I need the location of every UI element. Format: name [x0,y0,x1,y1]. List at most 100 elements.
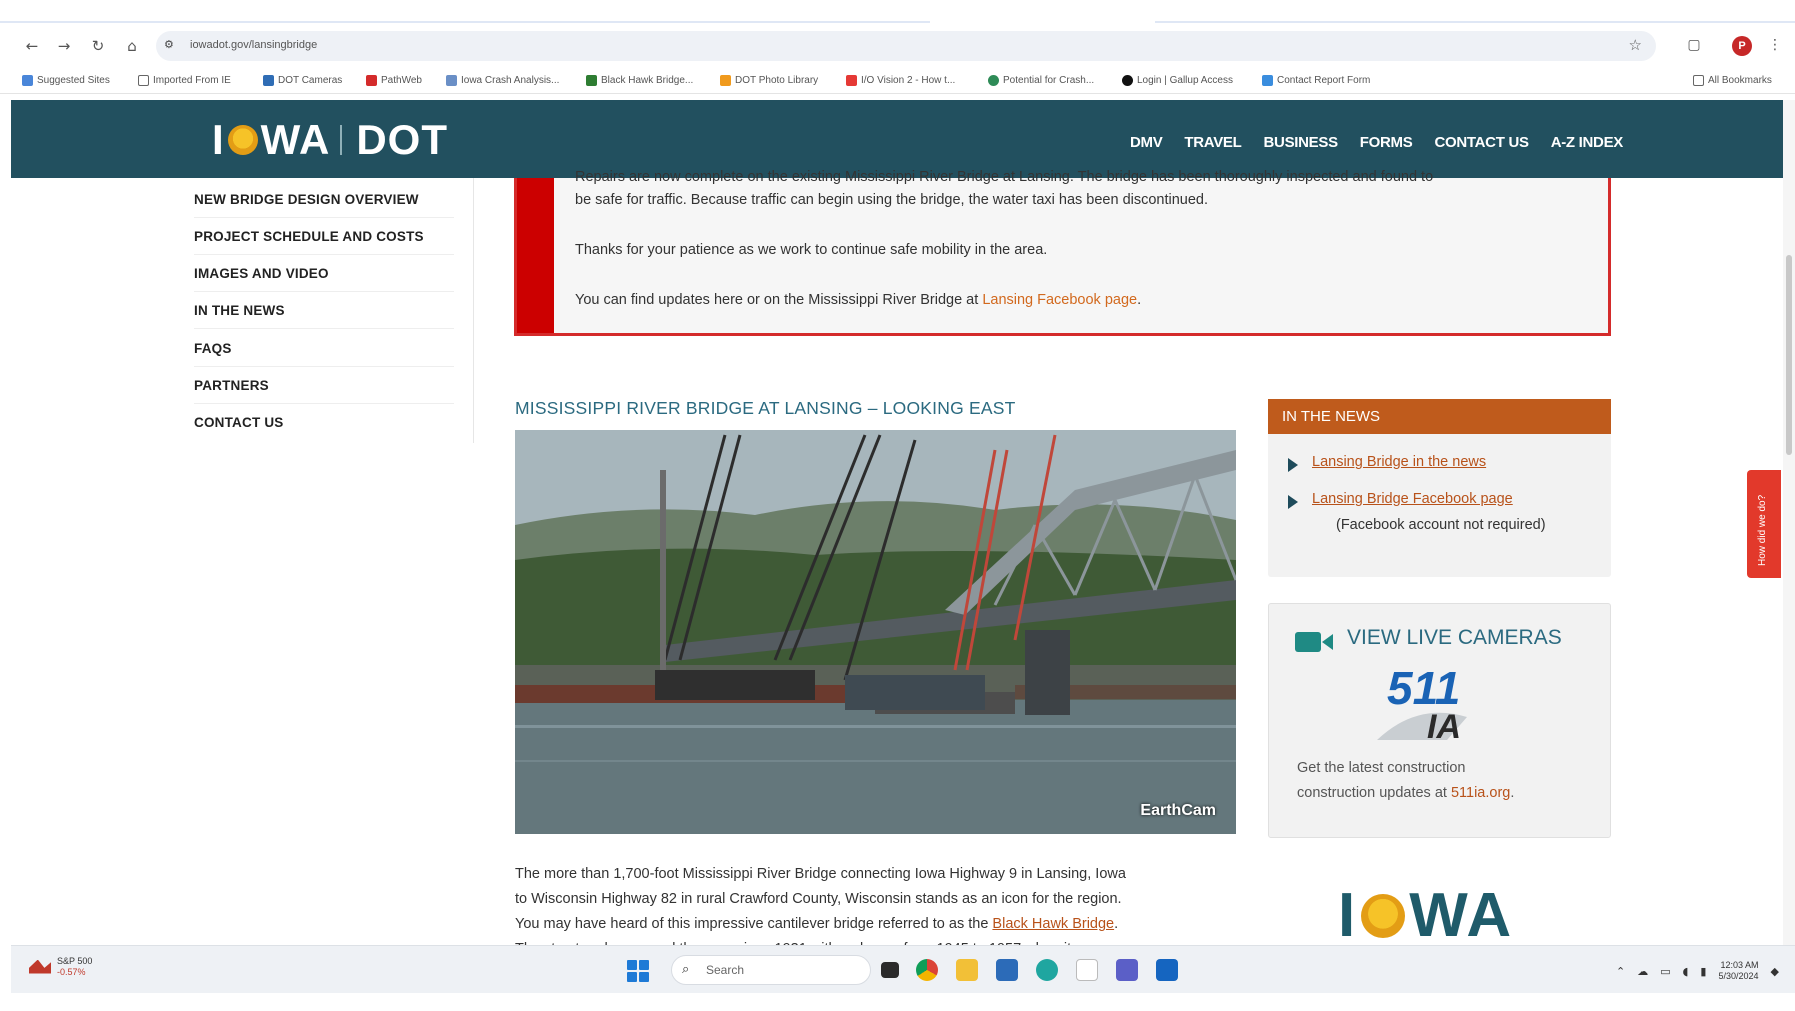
nav-forms[interactable]: FORMS [1360,134,1413,151]
svg-text:511: 511 [1387,662,1460,714]
logo-divider [340,125,343,155]
news-link[interactable]: Lansing Bridge in the news [1312,454,1486,470]
main-nav: DMV TRAVEL BUSINESS FORMS CONTACT US A-Z… [1130,134,1623,151]
bookmark-item[interactable]: Contact Report Form [1262,72,1370,88]
sidebar-item-design-overview[interactable]: NEW BRIDGE DESIGN OVERVIEW [194,182,454,218]
nav-business[interactable]: BUSINESS [1264,134,1339,151]
bookmark-item[interactable]: DOT Cameras [263,72,342,88]
iowa-dot-logo[interactable]: I WA DOT [212,116,448,163]
tab-divider [0,21,930,23]
chrome-icon[interactable] [916,959,938,981]
alert-text: Repairs are now complete on the existing… [575,169,1434,185]
live-cameras-panel[interactable]: VIEW LIVE CAMERAS 511 IA Get the latest … [1268,603,1611,838]
nav-travel[interactable]: TRAVEL [1184,134,1241,151]
bookmark-icon [263,74,274,86]
outlook-icon[interactable] [1156,959,1178,981]
extensions-icon[interactable]: ▢ [1683,34,1705,56]
sidebar-item-images[interactable]: IMAGES AND VIDEO [194,256,454,292]
sidebar-item-news[interactable]: IN THE NEWS [194,293,454,329]
stock-chart-icon [29,959,51,974]
bookmark-icon [1262,74,1273,86]
511-logo[interactable]: 511 IA [1377,662,1497,742]
volume-icon[interactable]: ◖ [1683,965,1689,978]
nav-a-z-index[interactable]: A-Z INDEX [1551,134,1624,151]
bookmark-icon [446,74,457,86]
system-tray: ⌃ ☁ ▭ ◖ ▮ 12:03 AM 5/30/2024 ◆ [1616,960,1779,982]
notepad-icon[interactable] [1076,959,1098,981]
bookmark-item[interactable]: Black Hawk Bridge... [586,72,693,88]
url-text[interactable]: iowadot.gov/lansingbridge [190,39,317,51]
facebook-link[interactable]: Lansing Bridge Facebook page [1312,491,1513,507]
file-explorer-icon[interactable] [956,959,978,981]
clock[interactable]: 12:03 AM 5/30/2024 [1718,960,1758,982]
forward-icon[interactable]: → [52,34,76,58]
notification-bell-icon[interactable]: ◆ [1771,965,1779,978]
lansing-facebook-link[interactable]: Lansing Facebook page [982,292,1137,308]
bookmark-item[interactable]: Iowa Crash Analysis... [446,72,559,88]
scrollbar-thumb[interactable] [1786,255,1792,455]
page-scrollbar[interactable] [1783,100,1795,945]
black-hawk-bridge-link[interactable]: Black Hawk Bridge [992,916,1114,932]
sidebar-item-schedule[interactable]: PROJECT SCHEDULE AND COSTS [194,219,454,255]
bookmark-icon [720,74,731,86]
network-icon[interactable]: ▭ [1660,965,1670,978]
teams-icon[interactable] [1116,959,1138,981]
nav-contact-us[interactable]: CONTACT US [1434,134,1529,151]
facebook-note: (Facebook account not required) [1336,517,1546,533]
earthcam-watermark: EarthCam [1140,802,1216,819]
folder-icon [1693,74,1704,86]
battery-icon[interactable]: ▮ [1700,965,1706,978]
bookmark-item[interactable]: I/O Vision 2 - How t... [846,72,955,88]
site-info-icon[interactable]: ⚙ [164,38,174,51]
sidebar-item-contact[interactable]: CONTACT US [194,405,454,441]
task-view-icon[interactable] [881,962,899,978]
video-camera-icon [1295,632,1333,652]
news-heading: IN THE NEWS [1268,399,1611,434]
home-icon[interactable]: ⌂ [120,34,144,58]
bookmark-star-icon[interactable]: ☆ [1629,36,1642,54]
address-bar[interactable]: ⚙ iowadot.gov/lansingbridge ☆ [156,31,1656,61]
bridge-scene [515,430,1236,834]
bookmark-item[interactable]: Potential for Crash... [988,72,1094,88]
sidebar-item-faqs[interactable]: FAQS [194,331,454,367]
bookmark-item[interactable]: PathWeb [366,72,422,88]
stock-widget[interactable]: S&P 500 -0.57% [29,956,92,977]
511ia-link[interactable]: 511ia.org [1451,785,1510,801]
bookmark-item[interactable]: Login | Gallup Access [1122,72,1233,88]
sidebar-item-partners[interactable]: PARTNERS [194,368,454,404]
tab-divider [1155,21,1795,23]
profile-avatar[interactable]: P [1732,36,1752,56]
menu-icon[interactable]: ⋮ [1764,34,1786,56]
bookmark-icon [988,74,999,86]
bookmark-icon [586,74,597,86]
chevron-up-icon[interactable]: ⌃ [1616,965,1625,978]
bookmark-item[interactable]: Suggested Sites [22,72,110,88]
reload-icon[interactable]: ↻ [86,34,110,58]
bridge-camera-image[interactable]: EarthCam [515,430,1236,834]
sun-icon [227,125,258,155]
site-header: I WA DOT DMV TRAVEL BUSINESS FORMS CONTA… [11,100,1783,178]
iowa-logo: I WA [1338,881,1514,950]
svg-text:IA: IA [1427,708,1461,742]
feedback-tab[interactable]: How did we do? [1747,470,1781,578]
bookmark-item[interactable]: Imported From IE [138,72,231,88]
taskbar-search[interactable]: ⌕ Search [671,955,871,985]
app-icon[interactable] [996,959,1018,981]
all-bookmarks[interactable]: All Bookmarks [1693,72,1772,88]
nav-dmv[interactable]: DMV [1130,134,1163,151]
camera-title: MISSISSIPPI RIVER BRIDGE AT LANSING – LO… [515,398,1016,418]
edge-icon[interactable] [1036,959,1058,981]
bookmark-item[interactable]: DOT Photo Library [720,72,818,88]
back-icon[interactable]: ← [20,34,44,58]
alert-box: Repairs are now complete on the existing… [514,169,1611,336]
news-panel: IN THE NEWS Lansing Bridge in the news L… [1268,399,1611,577]
alert-text: Thanks for your patience as we work to c… [575,242,1048,258]
start-button[interactable] [627,960,649,982]
alert-text: be safe for traffic. Because traffic can… [575,192,1209,208]
bookmark-icon [22,74,33,86]
cloud-icon[interactable]: ☁ [1637,965,1648,978]
live-cameras-heading[interactable]: VIEW LIVE CAMERAS [1347,626,1562,650]
play-icon [1288,495,1298,509]
windows-taskbar: S&P 500 -0.57% ⌕ Search ⌃ ☁ ▭ ◖ ▮ 12:03 … [11,945,1795,993]
play-icon [1288,458,1298,472]
